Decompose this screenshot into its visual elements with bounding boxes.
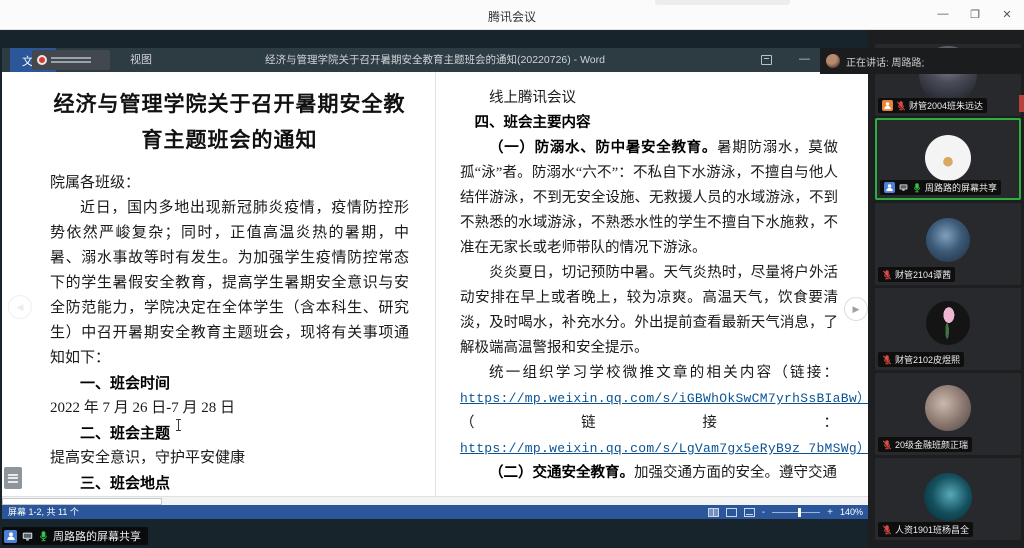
speaking-text: 正在讲话: 周路路; bbox=[846, 54, 924, 69]
weixin-link-2[interactable]: https://mp.weixin.qq.com/s/LgVam7gx5eRyB… bbox=[460, 441, 868, 456]
document-page-1: 经济与管理学院关于召开暑期安全教 育主题班会的通知 院属各班级： 近日，国内多地… bbox=[2, 72, 435, 496]
web-layout-icon[interactable] bbox=[744, 508, 755, 517]
weixin-link-1[interactable]: https://mp.weixin.qq.com/s/iGBWhOkSwCM7y… bbox=[460, 391, 868, 406]
word-titlebar: 文件 视图 经济与管理学院关于召开暑期安全教育主题班会的通知(20220726)… bbox=[2, 48, 868, 72]
member-badge-icon bbox=[884, 182, 895, 193]
share-pill-text: 周路路的屏幕共享 bbox=[53, 528, 141, 544]
mic-muted-icon bbox=[882, 440, 892, 450]
meeting-theme-value: 提高安全意识，守护平安健康 bbox=[50, 446, 409, 471]
word-minimize-icon[interactable]: — bbox=[799, 48, 810, 72]
participant-name: 20级金融班颜正瑞 bbox=[895, 438, 968, 451]
meeting-place-value: 线上腾讯会议 bbox=[460, 86, 838, 111]
heading-meeting-theme: 二、班会主题 bbox=[50, 421, 409, 446]
word-status-bar: 屏幕 1-2, 共 11 个 - + 140% bbox=[2, 505, 868, 519]
mic-on-icon bbox=[38, 531, 49, 542]
participant-tile[interactable]: 财管2104谭茜 bbox=[875, 203, 1021, 285]
mic-on-icon bbox=[912, 183, 922, 193]
print-layout-icon[interactable] bbox=[726, 508, 737, 517]
link-mid-line: （链接： bbox=[460, 411, 838, 436]
sidebar-alert-marker bbox=[1019, 95, 1024, 112]
heading-meeting-content: 四、班会主要内容 bbox=[460, 111, 838, 136]
mic-muted-icon bbox=[882, 525, 892, 535]
text-cursor bbox=[178, 419, 179, 431]
notice-title-line1: 经济与管理学院关于召开暑期安全教 bbox=[50, 86, 409, 122]
ribbon-display-options-icon[interactable] bbox=[761, 55, 772, 65]
avatar bbox=[926, 301, 970, 345]
close-icon[interactable]: ✕ bbox=[996, 3, 1018, 25]
avatar bbox=[926, 218, 970, 262]
avatar bbox=[925, 385, 971, 431]
zoom-in-icon[interactable]: + bbox=[827, 507, 833, 518]
zoom-slider-thumb[interactable] bbox=[798, 508, 801, 517]
document-title: 经济与管理学院关于召开暑期安全教育主题班会的通知(20220726) - Wor… bbox=[182, 48, 688, 72]
speaker-avatar bbox=[826, 54, 840, 68]
mic-muted-icon bbox=[882, 270, 892, 280]
page-indicator: 屏幕 1-2, 共 11 个 bbox=[8, 505, 79, 519]
view-menu[interactable]: 视图 bbox=[130, 48, 152, 72]
participant-name: 人资1901班杨昌全 bbox=[895, 523, 969, 536]
heading-meeting-place: 三、班会地点 bbox=[50, 471, 409, 496]
speaking-banner: 正在讲话: 周路路; bbox=[820, 48, 1024, 74]
participant-name: 财管2102皮煜熙 bbox=[895, 353, 960, 366]
participant-tile[interactable]: 财管2102皮煜熙 bbox=[875, 288, 1021, 370]
participant-name: 周路路的屏幕共享 bbox=[925, 181, 997, 194]
content-paragraph-1: （一）防溺水、防中暑安全教育。暑期防溺水，莫做孤“泳”者。防溺水“六不”：不私自… bbox=[460, 136, 838, 261]
content-paragraph-2: 炎炎夏日，切记预防中暑。天气炎热时，尽量将户外活动安排在早上或者晚上，较为凉爽。… bbox=[460, 261, 838, 361]
participant-tile[interactable]: 人资1901班杨昌全 bbox=[875, 458, 1021, 540]
content-1-lead: （一）防溺水、防中暑安全教育。 bbox=[489, 140, 717, 156]
participant-tile-active[interactable]: 周路路的屏幕共享 bbox=[875, 118, 1021, 200]
read-mode-icon[interactable] bbox=[708, 508, 719, 517]
screen-share-icon bbox=[21, 531, 34, 542]
participant-name: 财管2004班朱远达 bbox=[909, 99, 983, 112]
recording-overlay-badge bbox=[32, 50, 110, 70]
window-controls: — ❐ ✕ bbox=[932, 3, 1018, 25]
link-intro-line: 统一组织学习学校微推文章的相关内容（链接： bbox=[460, 361, 838, 386]
participant-name: 财管2104谭茜 bbox=[895, 268, 951, 281]
app-stage: 腾讯会议 — ❐ ✕ 文件 视图 经济与管理学院关于召开暑期安全教育主题班会的通… bbox=[0, 0, 1024, 548]
document-page-2: 线上腾讯会议 四、班会主要内容 （一）防溺水、防中暑安全教育。暑期防溺水，莫做孤… bbox=[436, 72, 868, 496]
mic-muted-icon bbox=[896, 101, 906, 111]
scrollbar-thumb[interactable] bbox=[2, 498, 162, 505]
window-title: 腾讯会议 bbox=[0, 8, 1024, 25]
zoom-out-icon[interactable]: - bbox=[762, 507, 765, 518]
screen-share-pill: 周路路的屏幕共享 bbox=[2, 527, 148, 545]
heading-meeting-time: 一、班会时间 bbox=[50, 371, 409, 396]
member-badge-icon bbox=[4, 530, 17, 543]
record-dot-icon bbox=[37, 55, 47, 65]
content-3-lead: （二）交通安全教育。 bbox=[489, 465, 634, 481]
zoom-slider[interactable] bbox=[772, 512, 820, 513]
avatar bbox=[925, 135, 971, 181]
background-tab bbox=[655, 0, 790, 5]
participant-tile[interactable]: 20级金融班颜正瑞 bbox=[875, 373, 1021, 455]
intro-paragraph: 近日，国内多地出现新冠肺炎疫情，疫情防控形势依然严峻复杂；同时，正值高温炎热的暑… bbox=[50, 196, 409, 371]
word-window: 文件 视图 经济与管理学院关于召开暑期安全教育主题班会的通知(20220726)… bbox=[2, 48, 868, 519]
notice-title-line2: 育主题班会的通知 bbox=[50, 122, 409, 158]
document-canvas: 经济与管理学院关于召开暑期安全教 育主题班会的通知 院属各班级： 近日，国内多地… bbox=[2, 72, 868, 496]
meeting-time-value: 2022 年 7 月 26 日-7 月 28 日 bbox=[50, 396, 409, 421]
screen-share-icon bbox=[898, 183, 909, 192]
content-paragraph-3: （二）交通安全教育。加强交通方面的安全。遵守交通 bbox=[460, 461, 838, 486]
annotation-tool-icon[interactable] bbox=[4, 467, 22, 489]
salutation: 院属各班级： bbox=[50, 171, 409, 196]
avatar bbox=[924, 473, 972, 521]
horizontal-scrollbar[interactable] bbox=[2, 496, 868, 505]
next-page-icon[interactable]: ▶ bbox=[844, 297, 868, 321]
mic-muted-icon bbox=[882, 355, 892, 365]
os-titlebar: 腾讯会议 — ❐ ✕ bbox=[0, 0, 1024, 30]
content-3-body: 加强交通方面的安全。遵守交通 bbox=[634, 465, 837, 481]
participants-sidebar: 财管2004班朱远达 周路路的屏幕共享 财管2104谭茜 财管2102 bbox=[868, 30, 1024, 548]
restore-icon[interactable]: ❐ bbox=[964, 3, 986, 25]
content-1-body: 暑期防溺水，莫做孤“泳”者。防溺水“六不”：不私自下水游泳，不擅自与他人结伴游泳… bbox=[460, 140, 838, 256]
member-badge-icon bbox=[882, 100, 893, 111]
zoom-level: 140% bbox=[840, 507, 863, 517]
previous-page-icon[interactable]: ◀ bbox=[8, 295, 32, 319]
badge-text-lines bbox=[51, 57, 91, 63]
minimize-icon[interactable]: — bbox=[932, 3, 954, 25]
